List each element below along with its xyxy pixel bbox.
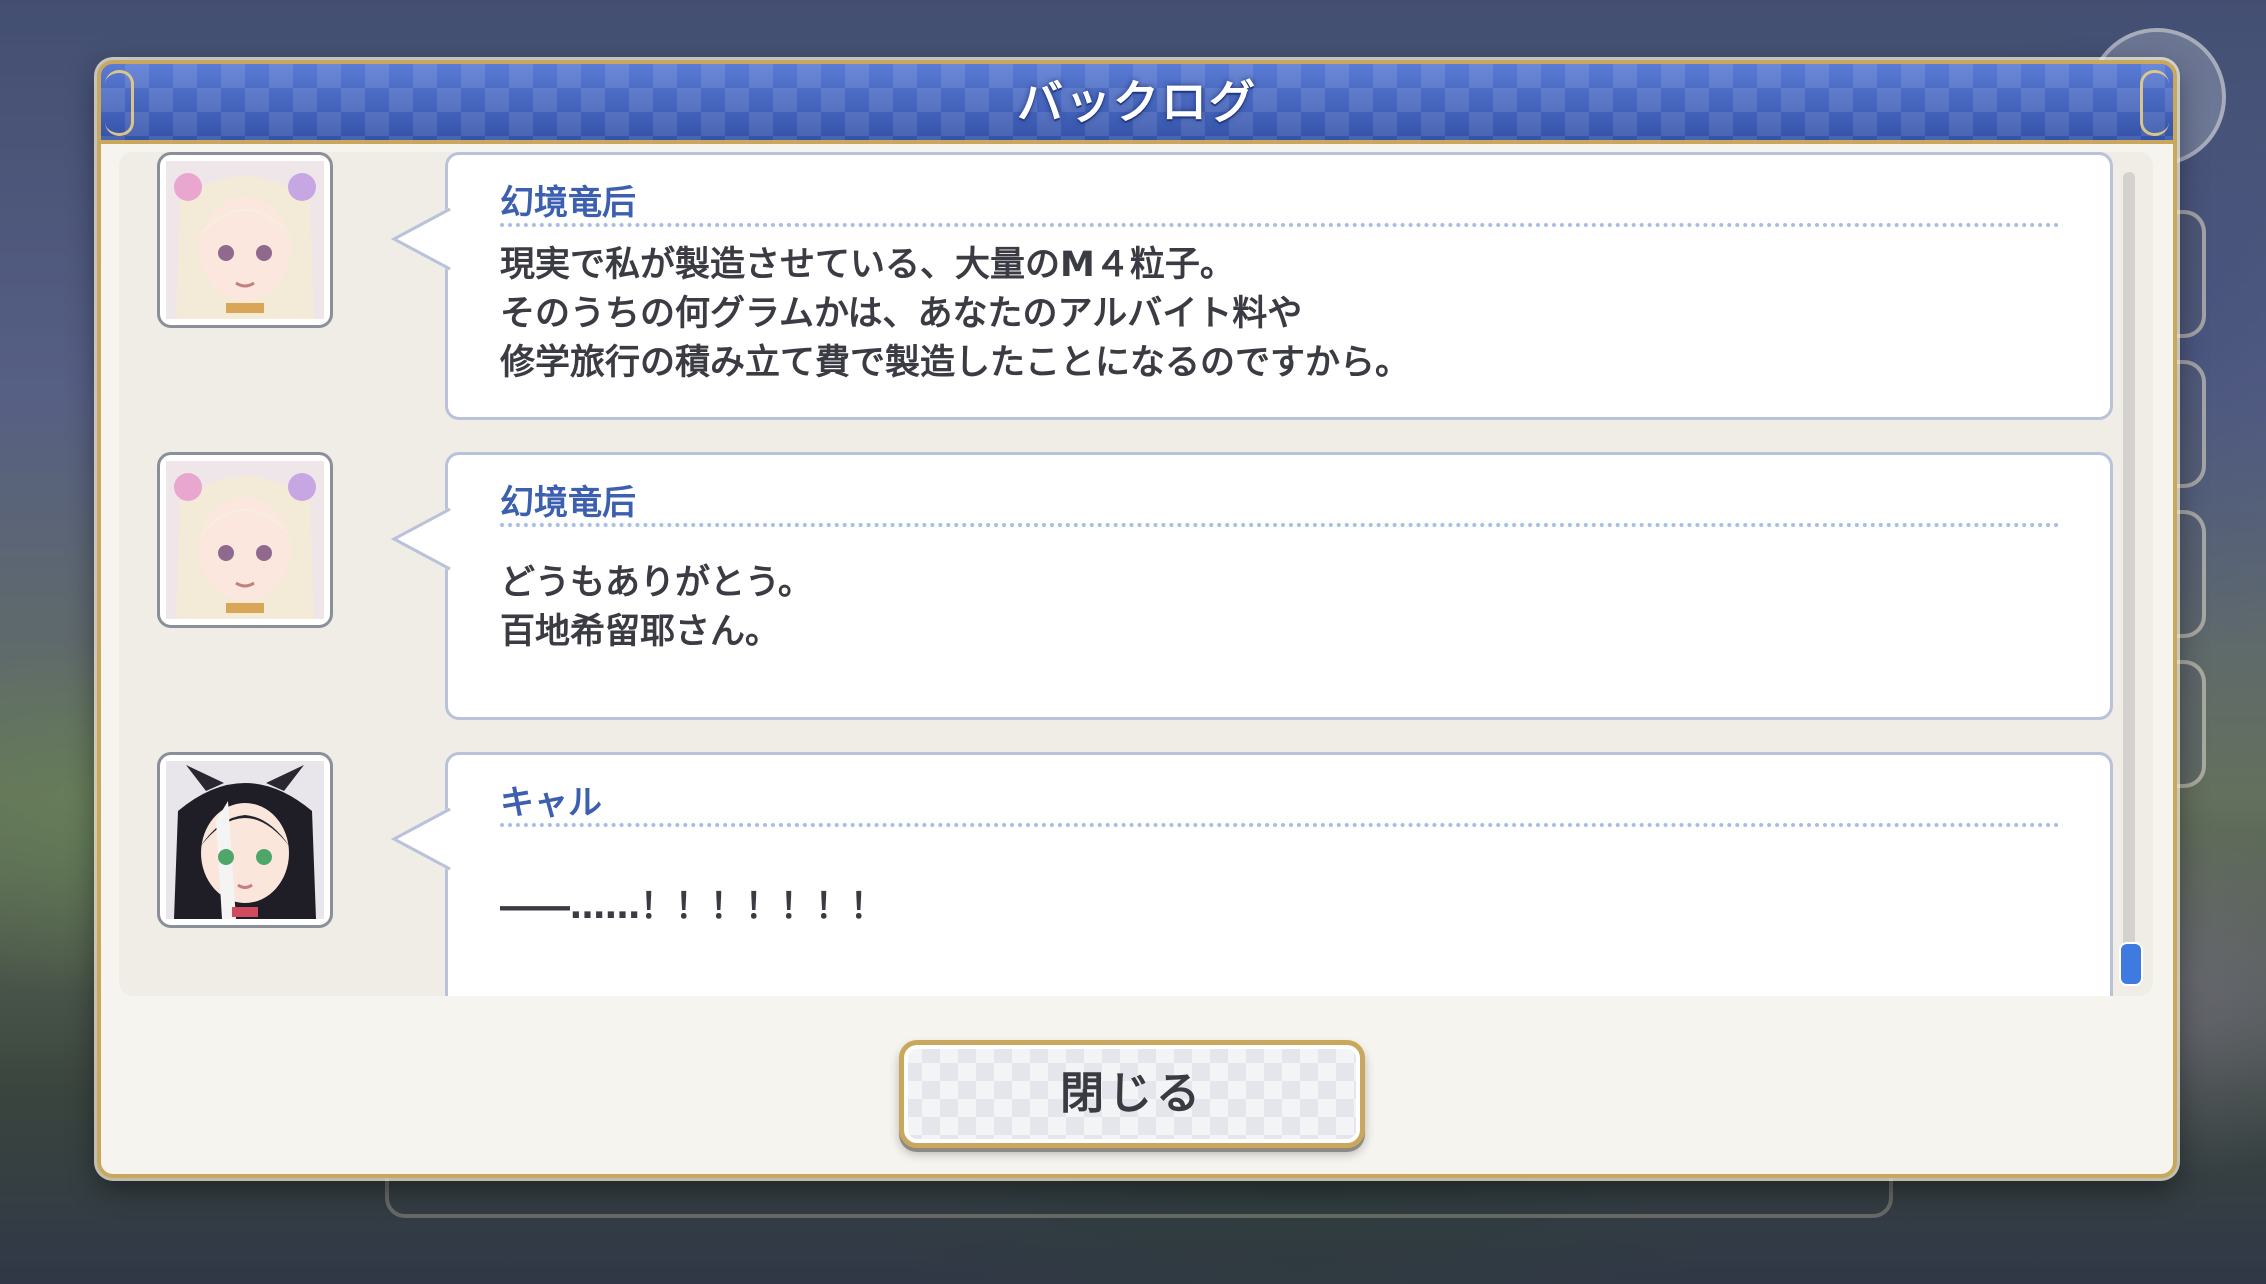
name-divider	[500, 523, 2060, 527]
close-button[interactable]: 閉じる	[899, 1040, 1365, 1148]
character-avatar	[157, 152, 333, 328]
speech-tail-icon	[390, 207, 451, 271]
backlog-scrollbar[interactable]	[2119, 172, 2143, 986]
speaker-name: キャル	[500, 783, 602, 823]
dialogue-text: ――……！！！！！！！	[500, 887, 886, 927]
backlog-entry: 幻境竜后 現実で私が製造させている、大量のM４粒子。 そのうちの何グラムかは、あ…	[119, 152, 2153, 420]
pale-hair-character-icon	[166, 461, 324, 619]
black-hair-character-icon	[166, 761, 324, 919]
name-divider	[500, 223, 2060, 227]
dialogue-text: どうもありがとう。 百地希留耶さん。	[500, 563, 813, 652]
pale-hair-character-icon	[166, 161, 324, 319]
speech-tail-icon	[390, 507, 451, 571]
scrollbar-thumb[interactable]	[2119, 942, 2143, 986]
backlog-list[interactable]: 幻境竜后 現実で私が製造させている、大量のM４粒子。 そのうちの何グラムかは、あ…	[119, 152, 2153, 996]
speech-tail-icon	[390, 807, 451, 871]
backlog-entry: キャル ――……！！！！！！！	[119, 752, 2153, 996]
dialogue-text: 現実で私が製造させている、大量のM４粒子。 そのうちの何グラムかは、あなたのアル…	[500, 245, 1411, 383]
backlog-entry: 幻境竜后 どうもありがとう。 百地希留耶さん。	[119, 452, 2153, 720]
dialogue-bubble: キャル ――……！！！！！！！	[390, 752, 2113, 996]
speaker-name: 幻境竜后	[500, 483, 636, 523]
speaker-name: 幻境竜后	[500, 183, 636, 223]
dialog-header: バックログ	[101, 64, 2173, 144]
name-divider	[500, 823, 2060, 827]
dialogue-bubble: 幻境竜后 現実で私が製造させている、大量のM４粒子。 そのうちの何グラムかは、あ…	[390, 152, 2113, 420]
character-avatar	[157, 752, 333, 928]
dialog-title: バックログ	[1017, 75, 1257, 129]
dialogue-bubble: 幻境竜后 どうもありがとう。 百地希留耶さん。	[390, 452, 2113, 720]
backlog-dialog: バックログ 幻境竜后 現実で私が製造させている、大量のM４粒子。 そのうちの何グ…	[97, 60, 2177, 1178]
character-avatar	[157, 452, 333, 628]
